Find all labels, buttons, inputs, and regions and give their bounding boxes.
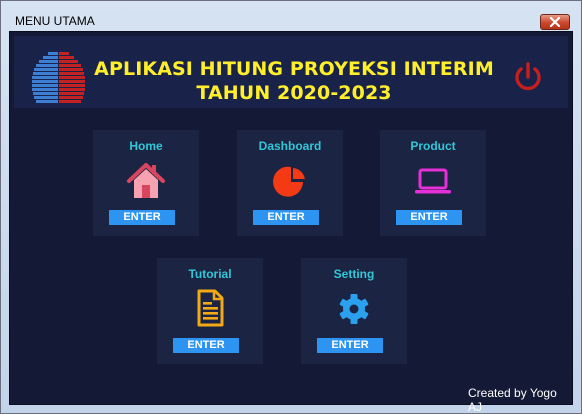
footer-credit: Created by Yogo AJ: [468, 386, 557, 414]
dashboard-enter-button[interactable]: ENTER: [253, 210, 319, 225]
main-panel: APLIKASI HITUNG PROYEKSI INTERIM TAHUN 2…: [9, 31, 573, 414]
home-enter-button[interactable]: ENTER: [109, 210, 175, 225]
header-banner: APLIKASI HITUNG PROYEKSI INTERIM TAHUN 2…: [14, 36, 568, 108]
card-label: Tutorial: [188, 267, 232, 281]
app-title: APLIKASI HITUNG PROYEKSI INTERIM: [94, 58, 494, 80]
menu-card-dashboard: Dashboard ENTER: [237, 130, 343, 236]
card-label: Setting: [333, 267, 375, 281]
gear-icon: [339, 294, 369, 324]
card-label: Product: [410, 139, 456, 153]
close-button[interactable]: [540, 14, 570, 30]
window-title: MENU UTAMA: [15, 14, 95, 28]
document-icon: [197, 289, 224, 327]
menu-card-home: Home ENTER: [93, 130, 199, 236]
app-subtitle: TAHUN 2020-2023: [196, 82, 392, 104]
menu-card-product: Product ENTER: [380, 130, 486, 236]
setting-enter-button[interactable]: ENTER: [317, 338, 383, 353]
close-icon: [549, 17, 561, 27]
product-enter-button[interactable]: ENTER: [396, 210, 462, 225]
title-bar: MENU UTAMA: [1, 1, 581, 31]
menu-card-setting: Setting ENTER: [301, 258, 407, 364]
pie-chart-icon: [273, 166, 305, 197]
app-window: MENU UTAMA APLIKASI HITUNG PROYEKSI INTE…: [0, 0, 582, 414]
tutorial-enter-button[interactable]: ENTER: [173, 338, 239, 353]
card-label: Home: [129, 139, 163, 153]
power-icon[interactable]: [511, 60, 545, 94]
laptop-icon: [415, 168, 451, 194]
card-label: Dashboard: [258, 139, 322, 153]
menu-card-tutorial: Tutorial ENTER: [157, 258, 263, 364]
house-icon: [127, 163, 165, 198]
